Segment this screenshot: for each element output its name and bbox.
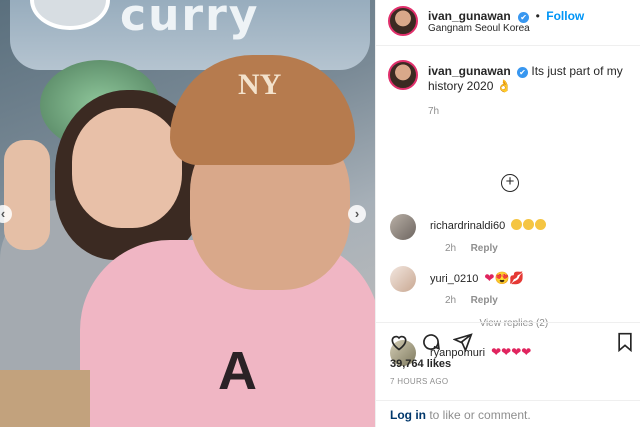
table-edge [0, 370, 90, 427]
post-actions: 39,764 likes 7 HOURS AGO [376, 322, 640, 400]
woman-hand [4, 140, 50, 250]
reply-button[interactable]: Reply [471, 295, 498, 306]
reply-button[interactable]: Reply [471, 243, 498, 254]
post-sidebar: ivan_gunawan ✔ • Follow Gangnam Seoul Ko… [375, 0, 640, 427]
comment-time[interactable]: 2h [445, 295, 456, 306]
post-header: ivan_gunawan ✔ • Follow Gangnam Seoul Ko… [376, 0, 640, 46]
next-photo-button[interactable]: › [348, 205, 366, 223]
hoodie-print: A [218, 341, 263, 401]
sign-text: curry [120, 0, 260, 41]
heart-icon[interactable] [388, 331, 410, 353]
post-location[interactable]: Gangnam Seoul Korea [428, 23, 530, 34]
posted-time[interactable]: 7 HOURS AGO [390, 377, 448, 386]
verified-badge-icon: ✔ [518, 12, 530, 23]
heart-emojis: ❤😍💋 [484, 271, 525, 285]
caption-avatar[interactable] [388, 60, 418, 90]
cap-logo: NY [238, 68, 282, 101]
likes-count[interactable]: 39,764 likes [390, 358, 451, 370]
commenter-username[interactable]: richardrinaldi60 [430, 220, 505, 232]
comment-time[interactable]: 2h [445, 243, 456, 254]
caption-time[interactable]: 7h [428, 106, 628, 117]
login-link[interactable]: Log in [390, 408, 426, 422]
woman-face [72, 108, 182, 228]
separator-dot: • [535, 9, 540, 23]
load-more-comments-icon[interactable]: + [501, 174, 519, 192]
follow-button[interactable]: Follow [546, 9, 584, 23]
commenter-avatar[interactable] [390, 214, 416, 240]
commenter-avatar[interactable] [390, 266, 416, 292]
bookmark-icon[interactable] [614, 331, 636, 353]
share-icon[interactable] [452, 331, 474, 353]
comment-icon[interactable] [420, 331, 442, 353]
author-username[interactable]: ivan_gunawan [428, 9, 511, 23]
caption-username[interactable]: ivan_gunawan [428, 64, 511, 78]
commenter-username[interactable]: yuri_0210 [430, 273, 478, 285]
post-photo[interactable]: curry NY A ‹ › [0, 0, 375, 427]
comments-area: ivan_gunawan ✔ Its just part of my histo… [376, 46, 640, 366]
ok-hand-emoji: 👌 [496, 79, 512, 93]
author-avatar[interactable] [388, 6, 418, 36]
caption: ivan_gunawan ✔ Its just part of my histo… [428, 64, 628, 117]
login-suffix: to like or comment. [426, 408, 531, 422]
clap-emojis [511, 219, 547, 232]
login-prompt: Log in to like or comment. [376, 400, 640, 427]
verified-badge-icon: ✔ [517, 67, 529, 78]
